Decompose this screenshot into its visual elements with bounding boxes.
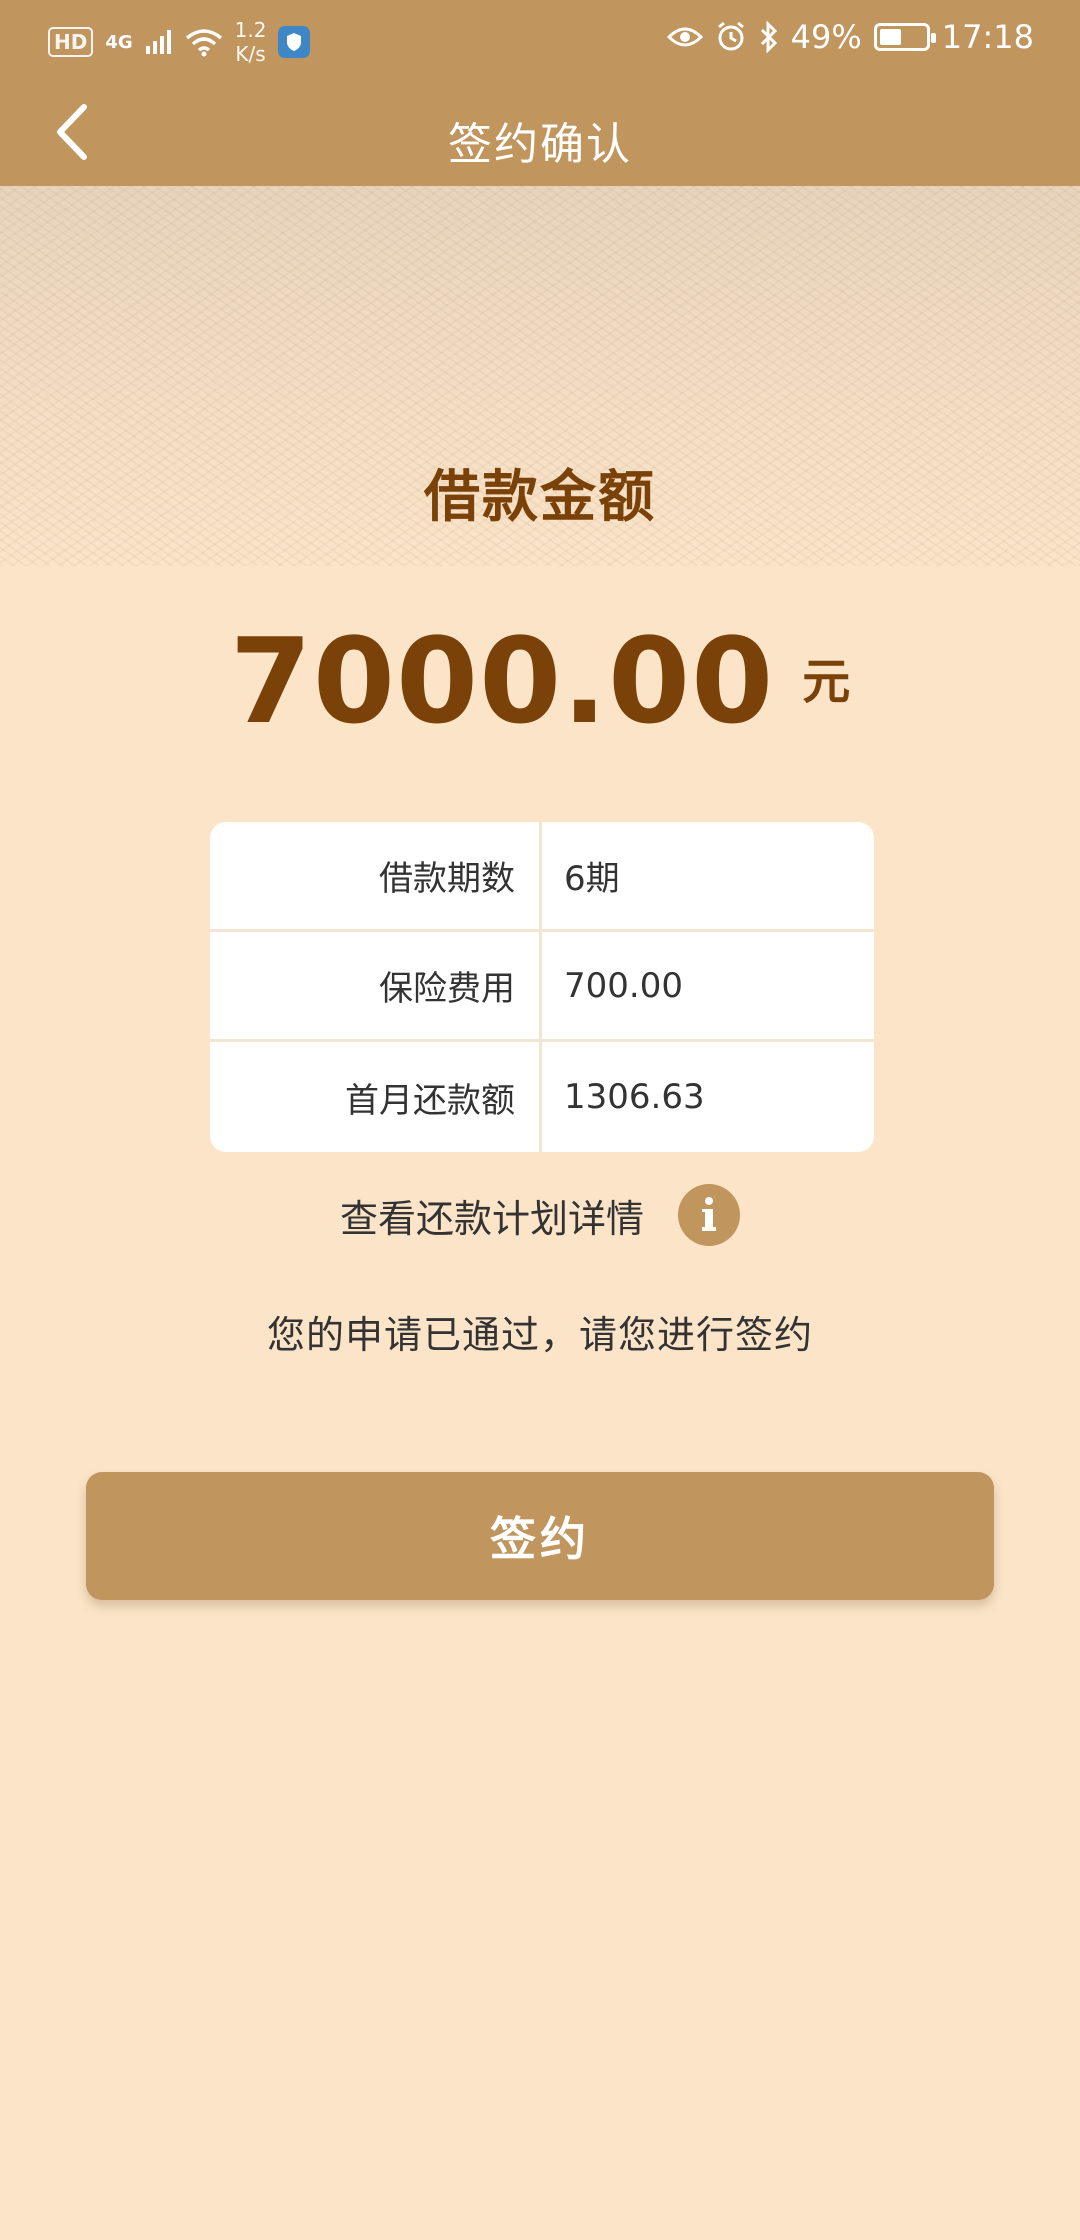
detail-value: 700.00 (564, 965, 683, 1006)
table-row: 借款期数 6期 (210, 822, 874, 932)
sign-button[interactable]: 签约 (86, 1472, 994, 1600)
detail-value: 1306.63 (564, 1077, 705, 1117)
eye-icon (666, 27, 703, 47)
clock: 17:18 (941, 18, 1034, 56)
speed-unit: K/s (235, 42, 266, 66)
bluetooth-icon (760, 21, 777, 53)
network-speed: 1.2 K/s (235, 18, 267, 66)
table-row: 首月还款额 1306.63 (210, 1042, 874, 1152)
status-bar: HD 4G 1.2 K/s 49% 17:18 (0, 0, 1080, 80)
detail-value: 6期 (564, 859, 620, 899)
status-left: HD 4G 1.2 K/s (48, 18, 311, 66)
detail-label: 借款期数 (210, 822, 542, 929)
speed-value: 1.2 (234, 18, 267, 42)
loan-amount: 7000.00 元 (0, 612, 1080, 750)
battery-percent: 49% (790, 18, 862, 56)
alarm-icon (717, 21, 744, 51)
loan-amount-value: 7000.00 (229, 612, 775, 750)
loan-details-table: 借款期数 6期 保险费用 700.00 首月还款额 1306.63 (210, 822, 874, 1152)
status-right: 49% 17:18 (666, 18, 1034, 56)
approval-message: 您的申请已通过，请您进行签约 (266, 1313, 813, 1357)
loan-amount-unit: 元 (802, 654, 851, 710)
network-type: 4G (105, 31, 133, 53)
signal-icon (145, 30, 171, 54)
hd-icon: HD (48, 27, 94, 57)
detail-label: 保险费用 (210, 932, 542, 1039)
wifi-icon (185, 29, 222, 57)
battery-fill (879, 29, 901, 45)
repayment-plan-link[interactable]: 查看还款计划详情 (0, 1184, 1080, 1246)
repayment-plan-label[interactable]: 查看还款计划详情 (340, 1188, 644, 1243)
loan-amount-label: 借款金额 (424, 465, 656, 530)
detail-label: 首月还款额 (210, 1042, 542, 1152)
page-title: 签约确认 (448, 119, 632, 170)
battery-icon (873, 23, 936, 51)
shield-icon (278, 26, 311, 58)
info-icon[interactable] (678, 1184, 740, 1246)
table-row: 保险费用 700.00 (210, 932, 874, 1042)
nav-bar: 签约确认 (0, 80, 1080, 186)
